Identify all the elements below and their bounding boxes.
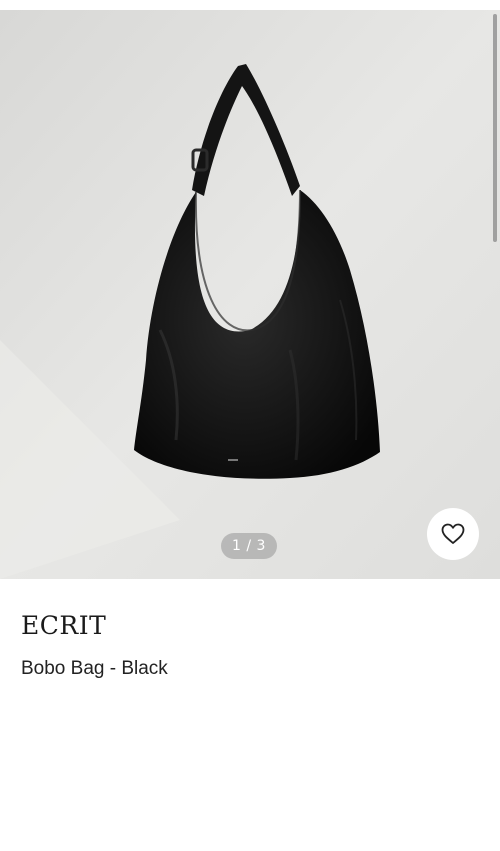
scrollbar[interactable]: [493, 14, 497, 242]
wishlist-button[interactable]: [427, 508, 479, 560]
product-image-gallery[interactable]: 1 / 3: [0, 0, 500, 579]
heart-outline-icon: [441, 523, 465, 544]
status-strip: [0, 0, 500, 10]
product-name: Bobo Bag - Black: [21, 658, 168, 679]
brand-name[interactable]: ECRIT: [21, 611, 106, 640]
gallery-pager: 1 / 3: [221, 533, 277, 559]
product-photo[interactable]: [0, 0, 500, 579]
